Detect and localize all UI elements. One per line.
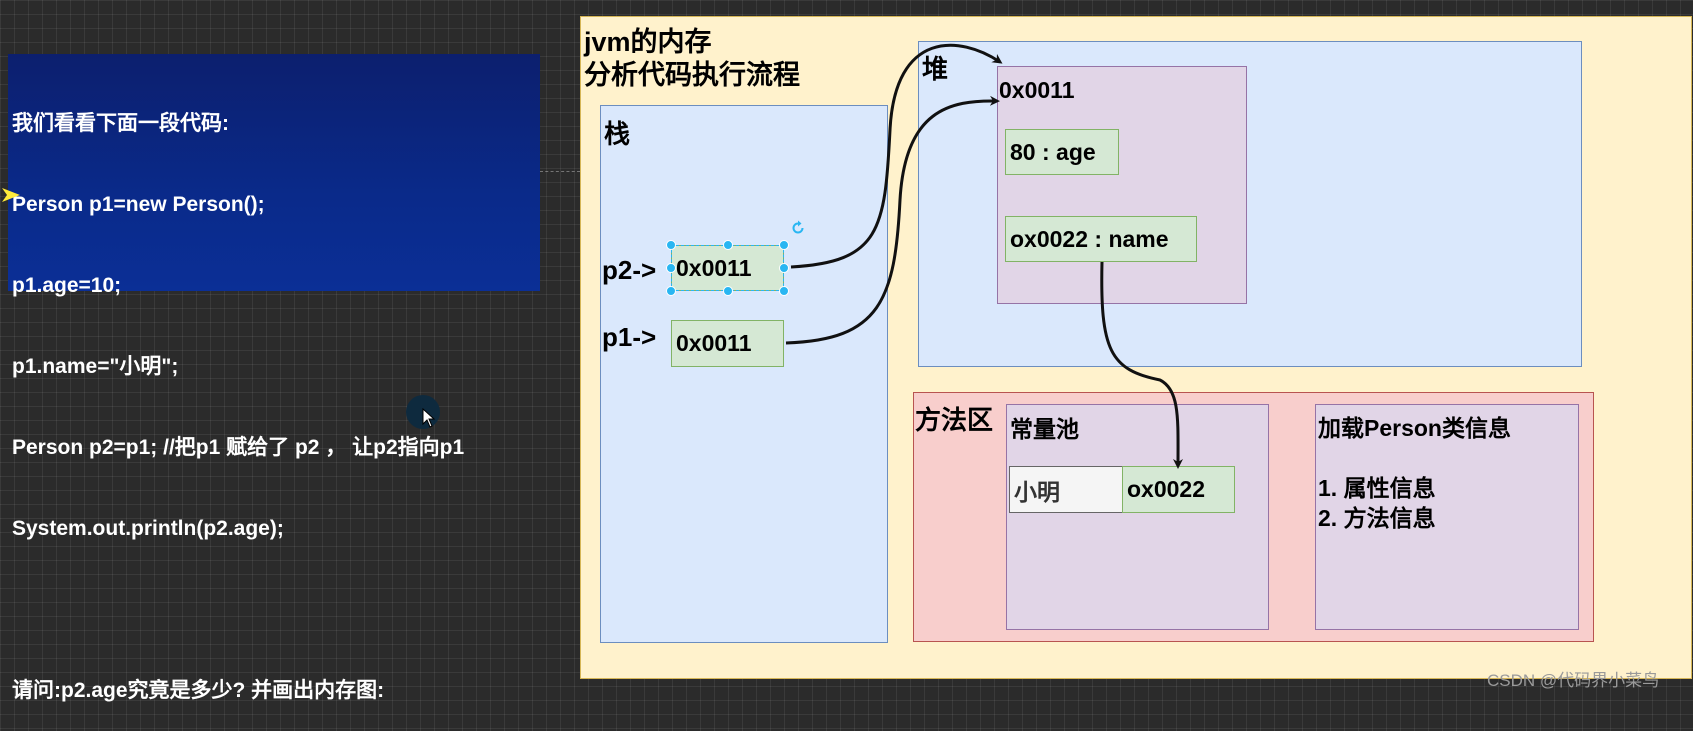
name-arrow xyxy=(1100,261,1184,469)
p2-arrow xyxy=(790,43,1003,269)
mouse-pointer-icon xyxy=(422,408,436,428)
p1-arrow xyxy=(785,95,1000,345)
watermark: CSDN @代码界小菜鸟 xyxy=(1487,671,1660,690)
connector-layer xyxy=(785,43,1184,469)
